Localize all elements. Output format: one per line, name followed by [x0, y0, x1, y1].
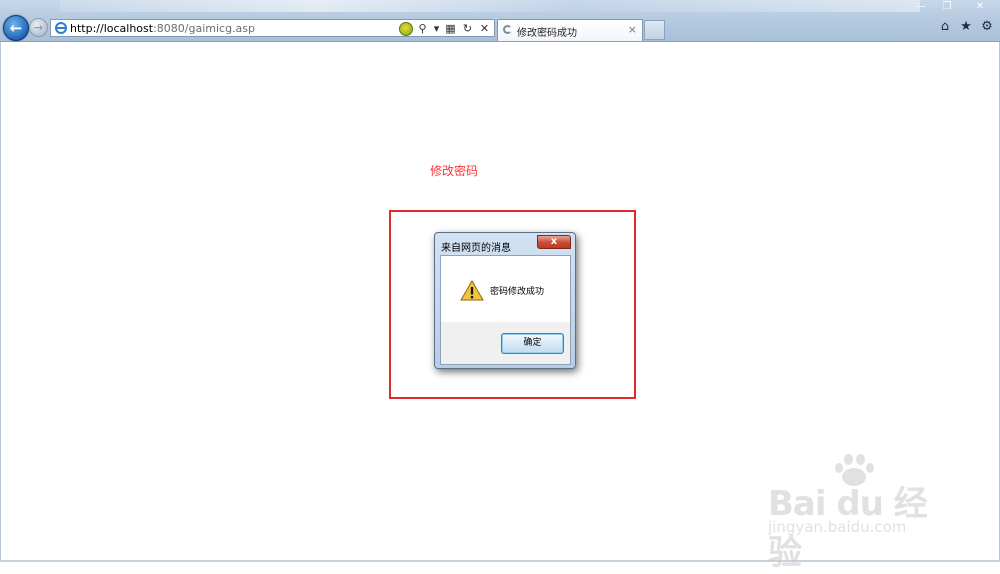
- search-icon[interactable]: ⚲: [416, 22, 429, 35]
- address-tools: ⚲ ▾ ▦ ↻ ✕: [399, 21, 491, 36]
- ie-page-icon: [55, 22, 67, 34]
- page-heading: 修改密码: [430, 164, 479, 178]
- browser-toolbar: ← → http://localhost:8080/gaimicg.asp ⚲ …: [0, 0, 1000, 42]
- compat-view-icon[interactable]: ▦: [444, 22, 457, 35]
- command-icons: ⌂ ★ ⚙: [939, 20, 993, 34]
- forward-button[interactable]: →: [29, 18, 48, 37]
- dialog-body: 密码修改成功 确定: [440, 255, 571, 365]
- back-button[interactable]: ←: [3, 15, 29, 41]
- taskbar-reflection: [60, 0, 920, 12]
- baidu-jingyan-watermark: Bai du 经验 jingyan.baidu.com: [768, 454, 948, 573]
- new-tab-button[interactable]: [644, 20, 665, 40]
- browser-tab[interactable]: 修改密码成功 ×: [497, 19, 643, 41]
- ok-button[interactable]: 确定: [501, 333, 564, 354]
- tools-gear-icon[interactable]: ⚙: [981, 20, 993, 34]
- tab-close-icon[interactable]: ×: [628, 23, 637, 36]
- close-window-button[interactable]: ✕: [960, 0, 1000, 14]
- back-arrow-icon: ←: [9, 19, 23, 37]
- favorites-star-icon[interactable]: ★: [960, 20, 972, 34]
- address-bar[interactable]: http://localhost:8080/gaimicg.asp ⚲ ▾ ▦ …: [50, 19, 495, 37]
- restore-button[interactable]: ❐: [934, 0, 960, 14]
- home-icon[interactable]: ⌂: [939, 20, 951, 34]
- dialog-message: 密码修改成功: [490, 287, 545, 297]
- forward-arrow-icon: →: [33, 21, 44, 34]
- watermark-url: jingyan.baidu.com: [768, 518, 907, 536]
- dialog-title: 来自网页的消息: [441, 243, 511, 254]
- address-url[interactable]: http://localhost:8080/gaimicg.asp: [70, 22, 255, 35]
- stop-icon[interactable]: ✕: [478, 22, 491, 35]
- tab-title: 修改密码成功: [517, 28, 577, 39]
- dialog-close-button[interactable]: x: [537, 235, 571, 249]
- warning-icon: [460, 280, 484, 301]
- alert-dialog: 来自网页的消息 x 密码修改成功 确定: [434, 232, 576, 369]
- minimize-button[interactable]: —: [908, 0, 934, 14]
- dropdown-icon[interactable]: ▾: [433, 22, 440, 35]
- loading-spinner-icon: [503, 25, 512, 34]
- refresh-icon[interactable]: ↻: [461, 22, 474, 35]
- compatibility-icon[interactable]: [399, 21, 413, 36]
- window-controls: — ❐ ✕: [908, 0, 1000, 14]
